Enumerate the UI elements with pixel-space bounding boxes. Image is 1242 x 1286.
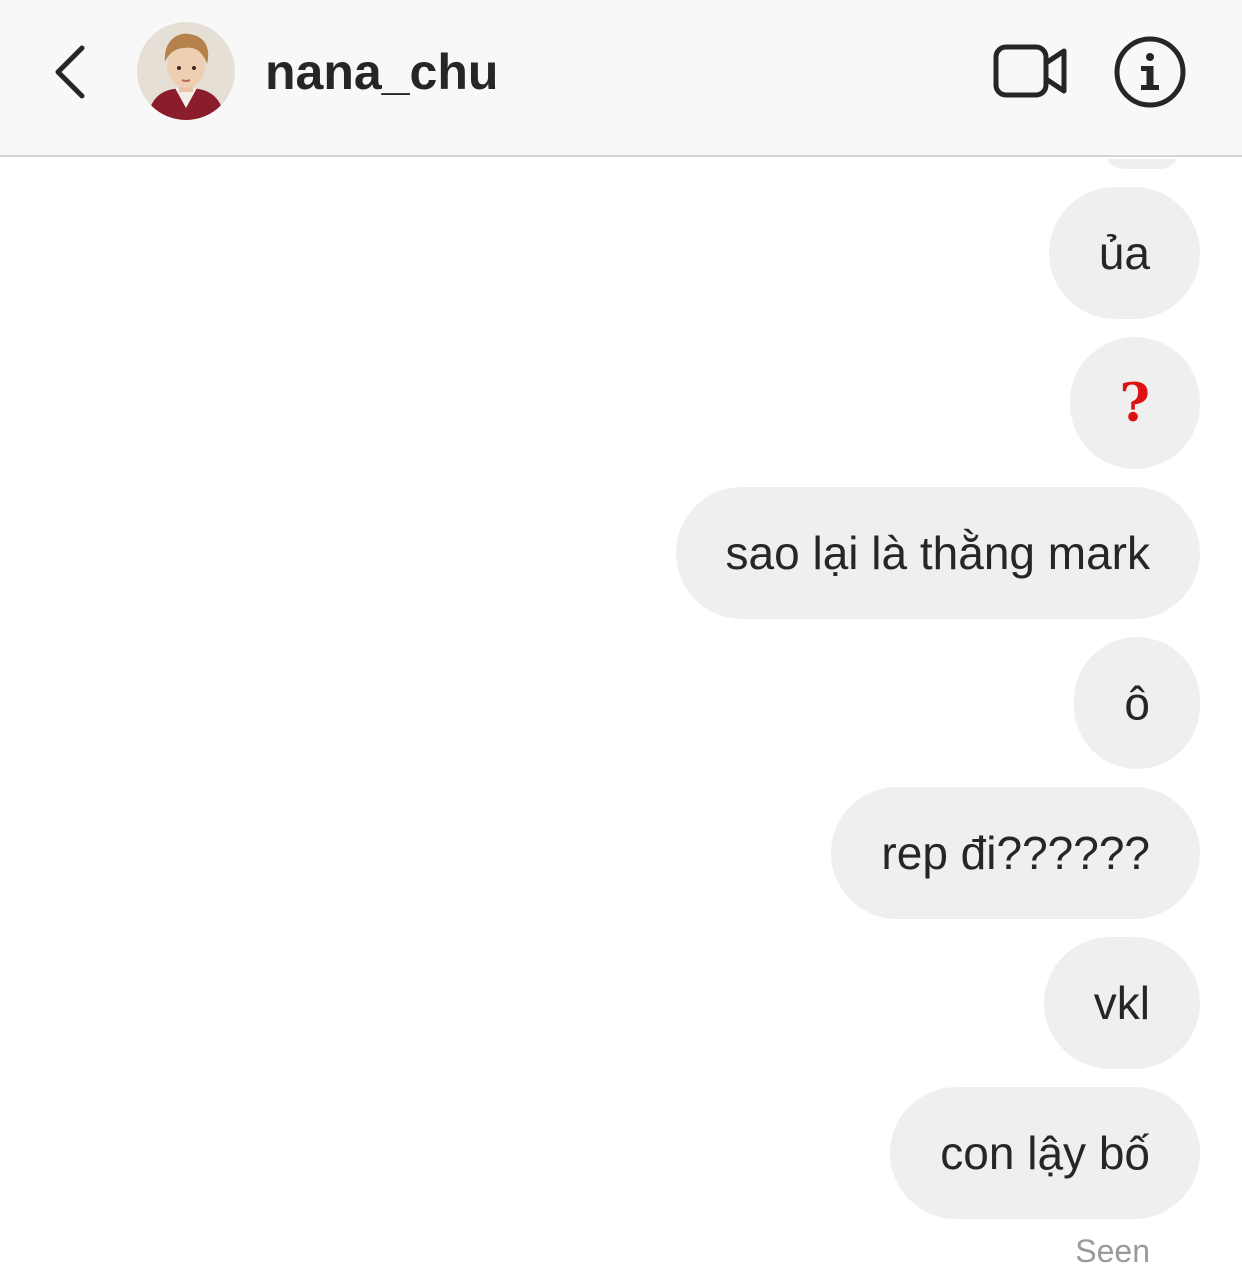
profile-photo	[137, 22, 235, 120]
info-circle-icon	[1114, 36, 1186, 108]
message-bubble[interactable]: rep đi??????	[831, 787, 1200, 919]
message-bubble-partial	[1104, 159, 1180, 169]
message-bubble[interactable]: ?	[1069, 337, 1200, 469]
message-bubble[interactable]: con lậy bố	[890, 1087, 1200, 1219]
avatar[interactable]	[137, 22, 235, 120]
message-text: ô	[1124, 677, 1150, 729]
chat-username[interactable]: nana_chu	[265, 42, 498, 102]
message-bubble[interactable]: ô	[1074, 637, 1200, 769]
back-button[interactable]	[40, 38, 100, 106]
question-mark-emoji: ?	[1119, 372, 1150, 434]
message-text: con lậy bố	[940, 1127, 1150, 1179]
message-text: sao lại là thằng mark	[725, 527, 1150, 579]
chat-header: nana_chu	[0, 0, 1242, 157]
message-bubble[interactable]: vkl	[1043, 937, 1200, 1069]
message-bubble[interactable]: sao lại là thằng mark	[675, 487, 1200, 619]
message-bubble[interactable]: ủa	[1048, 187, 1200, 319]
info-button[interactable]	[1112, 34, 1188, 110]
seen-status: Seen	[1075, 1233, 1150, 1269]
message-text: vkl	[1093, 977, 1150, 1029]
video-camera-icon	[993, 44, 1067, 98]
chevron-left-icon	[55, 45, 85, 99]
message-text: rep đi??????	[881, 827, 1150, 879]
message-text: ủa	[1098, 227, 1150, 279]
video-call-button[interactable]	[988, 38, 1072, 104]
message-thread[interactable]: ủa ? sao lại là thằng mark ô rep đi?????…	[0, 159, 1242, 1286]
